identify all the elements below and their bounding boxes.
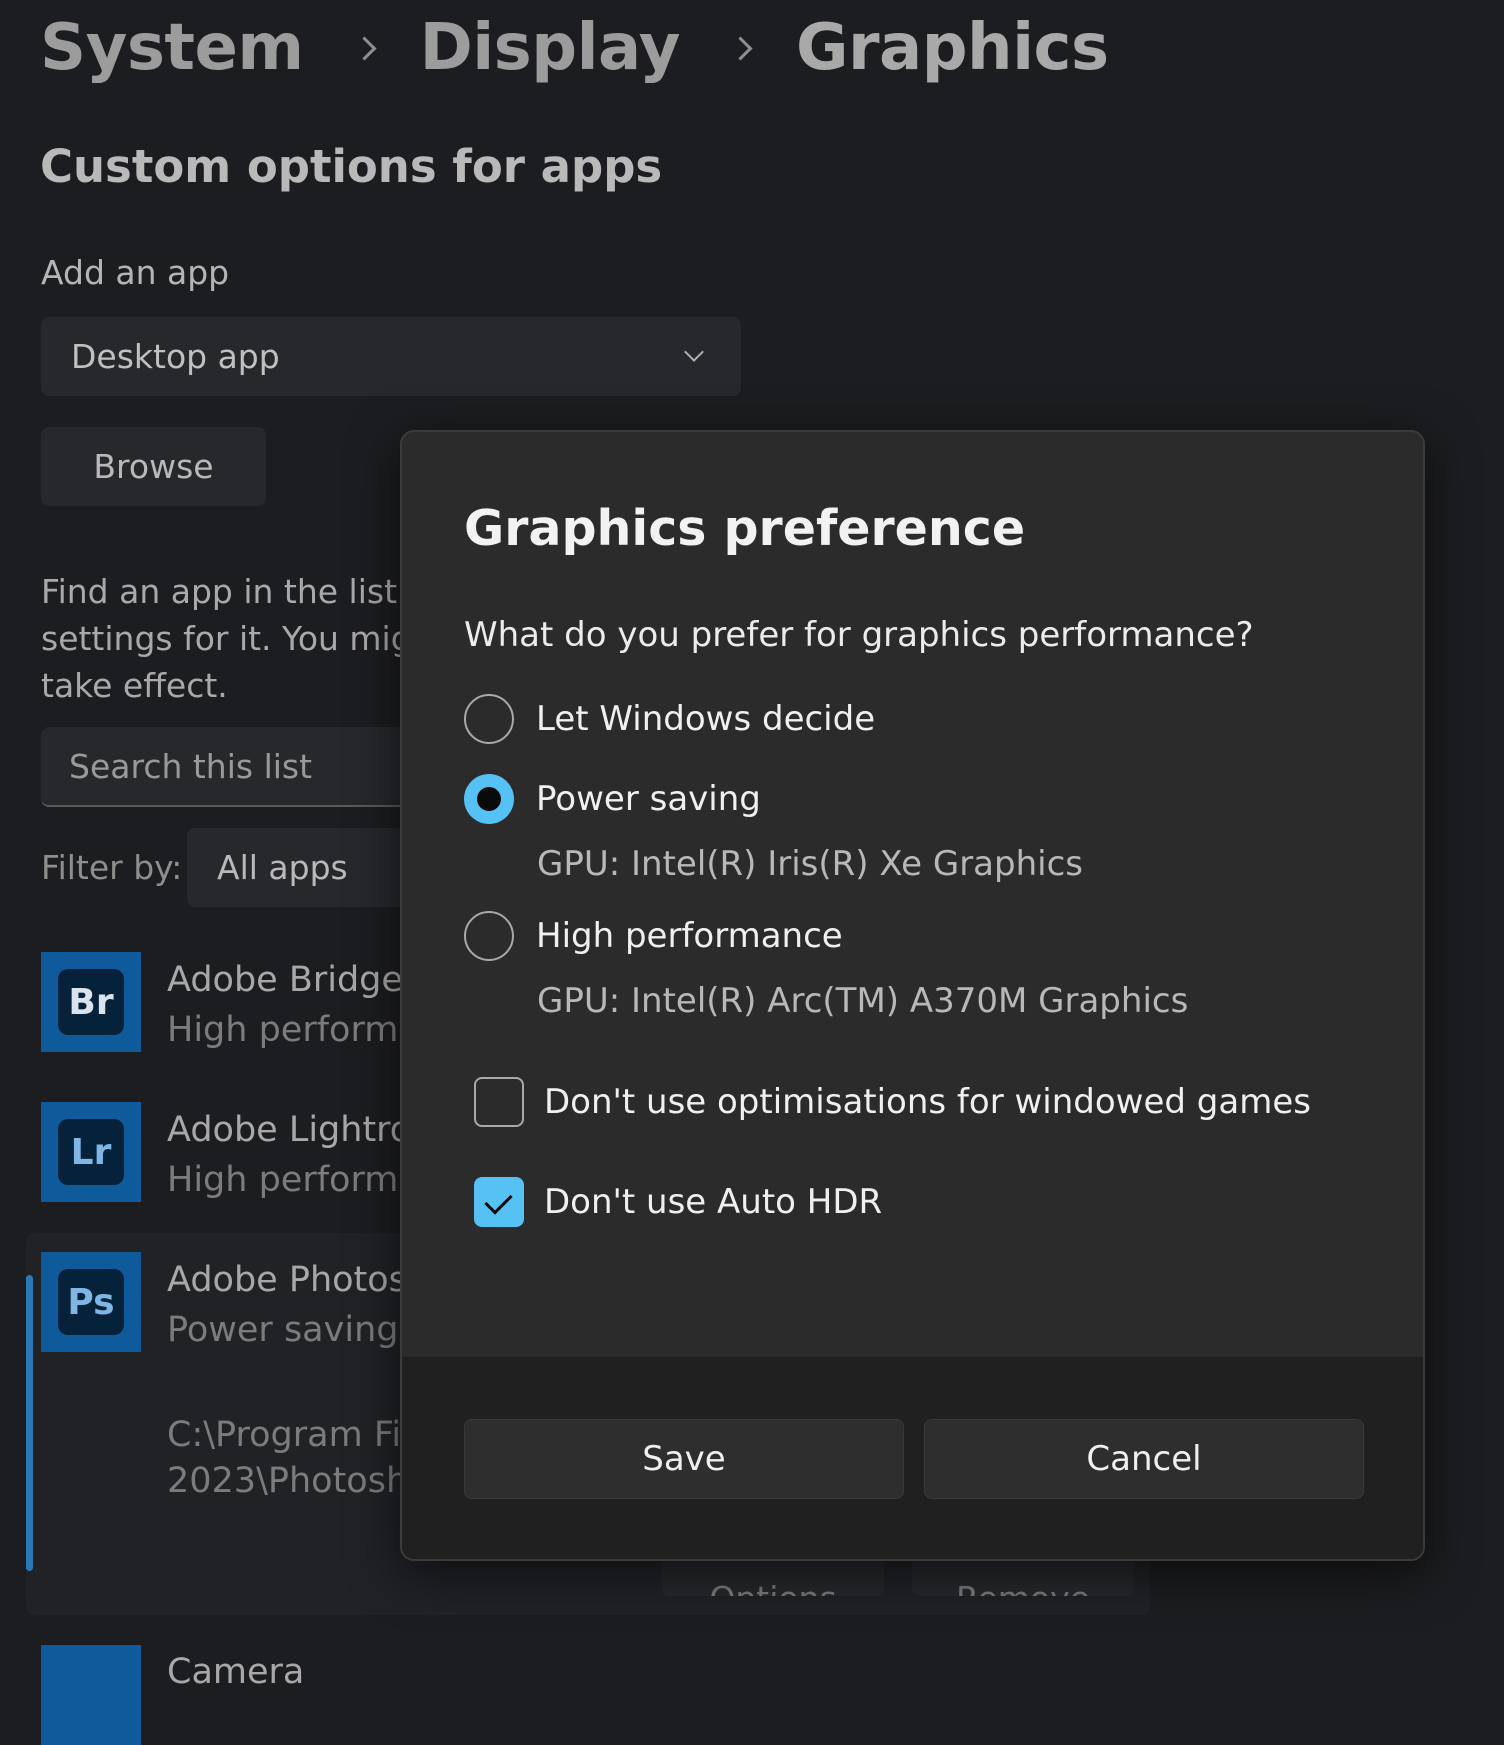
radio-high-performance[interactable]: High performance bbox=[464, 911, 843, 961]
app-status: High performan bbox=[167, 1010, 401, 1050]
chevron-down-icon bbox=[684, 342, 704, 362]
adobe-bridge-icon: Br bbox=[41, 952, 141, 1052]
breadcrumb: System Display Graphics bbox=[40, 0, 1109, 95]
graphics-preference-dialog: Graphics preference What do you prefer f… bbox=[400, 430, 1425, 1561]
app-type-dropdown[interactable]: Desktop app bbox=[41, 317, 741, 396]
adobe-lightroom-icon: Lr bbox=[41, 1102, 141, 1202]
app-status: Power saving bbox=[167, 1310, 399, 1350]
remove-label: Remove bbox=[956, 1579, 1090, 1596]
radio-icon[interactable] bbox=[464, 694, 514, 744]
checkbox-windowed-games[interactable]: Don't use optimisations for windowed gam… bbox=[474, 1077, 1311, 1127]
app-status: High performan bbox=[167, 1160, 401, 1200]
app-path-line: C:\Program File bbox=[167, 1415, 401, 1455]
dropdown-value: Desktop app bbox=[71, 337, 280, 376]
breadcrumb-graphics: Graphics bbox=[795, 10, 1109, 85]
app-name: Adobe Lightroo bbox=[167, 1110, 401, 1150]
dialog-title: Graphics preference bbox=[464, 500, 1026, 557]
camera-icon bbox=[41, 1645, 141, 1745]
app-name: Adobe Bridge 2 bbox=[167, 960, 401, 1000]
checkbox-icon[interactable] bbox=[474, 1077, 524, 1127]
breadcrumb-display[interactable]: Display bbox=[420, 11, 681, 85]
app-name: Adobe Photosh bbox=[167, 1260, 401, 1300]
checkbox-label: Don't use optimisations for windowed gam… bbox=[544, 1082, 1311, 1122]
gpu-info: GPU: Intel(R) Arc(TM) A370M Graphics bbox=[537, 981, 1189, 1021]
browse-button[interactable]: Browse bbox=[41, 427, 266, 506]
search-placeholder: Search this list bbox=[69, 746, 313, 786]
chevron-right-icon bbox=[348, 18, 384, 78]
filter-dropdown[interactable]: All apps bbox=[187, 828, 401, 907]
section-title: Custom options for apps bbox=[40, 140, 663, 193]
icon-text: Ps bbox=[58, 1269, 124, 1335]
dialog-footer: Save Cancel bbox=[402, 1357, 1423, 1559]
description-line: Find an app in the list a bbox=[41, 572, 401, 611]
description-line: take effect. bbox=[41, 666, 228, 705]
app-path: C:\Program File 2023\Photosho bbox=[167, 1412, 401, 1504]
list-item-adobe-bridge[interactable]: Br Adobe Bridge 2 High performan bbox=[41, 952, 401, 1052]
icon-text: Br bbox=[58, 969, 124, 1035]
cancel-button[interactable]: Cancel bbox=[924, 1419, 1364, 1499]
app-path-line: 2023\Photosho bbox=[167, 1461, 401, 1501]
radio-let-windows-decide[interactable]: Let Windows decide bbox=[464, 694, 875, 744]
radio-label: High performance bbox=[536, 916, 843, 956]
radio-icon[interactable] bbox=[464, 911, 514, 961]
app-name[interactable]: Camera bbox=[167, 1652, 304, 1692]
list-item-adobe-lightroom[interactable]: Lr Adobe Lightroo High performan bbox=[41, 1102, 401, 1202]
list-item-adobe-photoshop[interactable]: Ps Adobe Photosh Power saving C:\Program… bbox=[41, 1252, 401, 1501]
breadcrumb-system[interactable]: System bbox=[40, 11, 304, 85]
add-app-label: Add an app bbox=[41, 253, 230, 292]
chevron-right-icon bbox=[724, 18, 760, 78]
options-label: Options bbox=[709, 1579, 836, 1596]
search-input[interactable]: Search this list bbox=[41, 727, 401, 807]
filter-label: Filter by: bbox=[41, 848, 183, 887]
selection-indicator bbox=[26, 1275, 33, 1571]
description-line: settings for it. You migh bbox=[41, 619, 401, 658]
radio-label: Let Windows decide bbox=[536, 699, 876, 739]
radio-icon[interactable] bbox=[464, 774, 514, 824]
description-text: Find an app in the list a settings for i… bbox=[41, 568, 401, 709]
dialog-question: What do you prefer for graphics performa… bbox=[464, 615, 1254, 655]
icon-text: Lr bbox=[58, 1119, 124, 1185]
filter-value: All apps bbox=[217, 848, 348, 887]
checkbox-label: Don't use Auto HDR bbox=[544, 1182, 883, 1222]
save-button[interactable]: Save bbox=[464, 1419, 904, 1499]
gpu-info: GPU: Intel(R) Iris(R) Xe Graphics bbox=[537, 844, 1083, 884]
checkmark-icon[interactable] bbox=[474, 1177, 524, 1227]
radio-power-saving[interactable]: Power saving bbox=[464, 774, 761, 824]
adobe-photoshop-icon: Ps bbox=[41, 1252, 141, 1352]
radio-label: Power saving bbox=[536, 779, 761, 819]
checkbox-auto-hdr[interactable]: Don't use Auto HDR bbox=[474, 1177, 882, 1227]
